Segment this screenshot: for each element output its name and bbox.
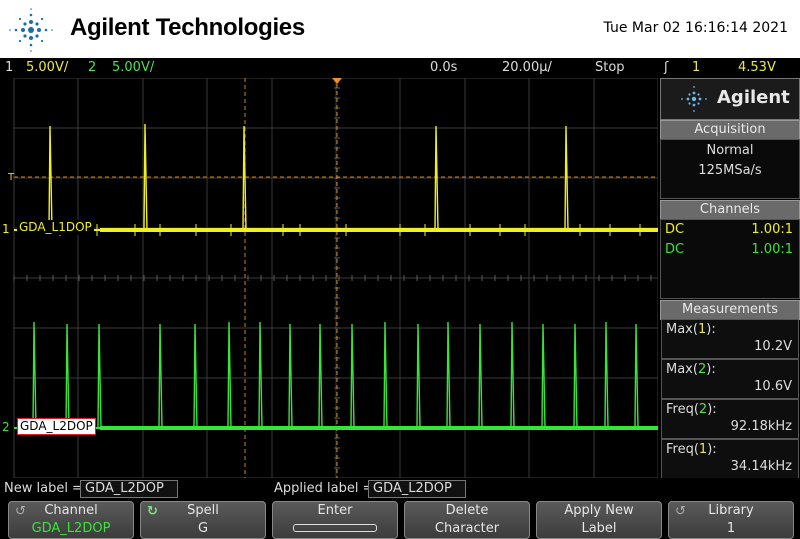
softkey-value: G xyxy=(197,521,209,536)
run-state: Stop xyxy=(595,60,625,75)
label-bar: New label = GDA_L2DOP Applied label = GD… xyxy=(0,478,800,500)
new-label-field[interactable]: GDA_L2DOP xyxy=(80,480,178,498)
spell-softkey[interactable]: ↻ Spell G xyxy=(140,501,266,539)
acquisition-mode: Normal xyxy=(706,143,754,158)
measurement-value: 10.6V xyxy=(754,379,792,394)
softkey-label: Spell xyxy=(187,503,219,518)
trigger-level-marker[interactable]: T xyxy=(6,170,16,185)
header-bar: Agilent Technologies Tue Mar 02 16:16:14… xyxy=(0,0,800,58)
ch2-scale[interactable]: 5.00V/ xyxy=(112,60,154,75)
measurement-item[interactable]: Max(1): 10.2V xyxy=(661,319,799,359)
ch2-ground-marker[interactable]: 2 xyxy=(0,420,12,435)
measurement-item[interactable]: Max(2): 10.6V xyxy=(661,359,799,399)
softkey-label: Apply New xyxy=(564,503,634,518)
softkey-label: Channel xyxy=(44,503,98,518)
measurement-value: 10.2V xyxy=(754,339,792,354)
measurement-value: 34.14kHz xyxy=(730,459,792,474)
agilent-spark-icon xyxy=(681,86,707,112)
measurements-header[interactable]: Measurements xyxy=(660,300,800,320)
trigger-level[interactable]: 4.53V xyxy=(738,60,776,75)
sample-rate: 125MSa/s xyxy=(698,163,762,178)
softkey-label: Library xyxy=(708,503,754,518)
waveform-display[interactable]: T 1 GDA_L1DOP 2 GDA_L2DOP xyxy=(0,77,659,479)
ch2-coupling: DC xyxy=(665,242,685,257)
softkey-label-2: Character xyxy=(434,521,500,536)
apply-new-label-softkey[interactable]: Apply New Label xyxy=(536,501,662,539)
scope-grid xyxy=(0,77,659,479)
delete-character-softkey[interactable]: Delete Character xyxy=(404,501,530,539)
trigger-edge-icon: ʃ xyxy=(664,60,669,75)
ch1-label: GDA_L1DOP xyxy=(17,220,94,235)
applied-label-caption: Applied label = xyxy=(274,481,374,496)
trigger-source: 1 xyxy=(692,60,701,75)
ch1-scale[interactable]: 5.00V/ xyxy=(26,60,68,75)
softkey-bar: ↺ Channel GDA_L2DOP ↻ Spell G Enter Dele… xyxy=(0,500,800,539)
softkey-label-2: Label xyxy=(581,521,617,536)
ch1-number: 1 xyxy=(5,60,14,75)
softkey-value: 1 xyxy=(726,521,736,536)
ch1-ground-marker[interactable]: 1 xyxy=(0,222,12,237)
softkey-label: Delete xyxy=(445,503,489,518)
brand-name: Agilent Technologies xyxy=(70,14,305,41)
side-panel: Agilent Acquisition Normal 125MSa/s Chan… xyxy=(660,78,800,479)
applied-label-field: GDA_L2DOP xyxy=(368,480,466,498)
time-offset[interactable]: 0.0s xyxy=(430,60,457,75)
measurement-label: Max(1): xyxy=(666,322,716,337)
softkey-value: GDA_L2DOP xyxy=(31,521,111,536)
acquisition-body: Normal 125MSa/s xyxy=(660,139,800,199)
new-label-caption: New label = xyxy=(4,481,83,496)
channels-header[interactable]: Channels xyxy=(660,200,800,220)
enter-softkey[interactable]: Enter xyxy=(272,501,398,539)
channel-softkey[interactable]: ↺ Channel GDA_L2DOP xyxy=(8,501,134,539)
library-softkey[interactable]: ↺ Library 1 xyxy=(668,501,794,539)
measurement-label: Max(2): xyxy=(666,362,716,377)
softkey-label: Enter xyxy=(317,503,353,518)
ch2-label[interactable]: GDA_L2DOP xyxy=(17,418,96,435)
side-logo-text: Agilent xyxy=(717,87,790,108)
measurement-label: Freq(2): xyxy=(666,402,717,417)
acquisition-header[interactable]: Acquisition xyxy=(660,120,800,140)
status-bar: 1 5.00V/ 2 5.00V/ 0.0s 20.00µ/ Stop ʃ 1 … xyxy=(0,58,800,78)
side-logo: Agilent xyxy=(660,78,800,120)
date-time: Tue Mar 02 16:16:14 2021 xyxy=(603,20,788,36)
measurement-item[interactable]: Freq(1): 34.14kHz xyxy=(661,439,799,479)
measurement-item[interactable]: Freq(2): 92.18kHz xyxy=(661,399,799,439)
channels-body: DC 1.00:1 DC 1.00:1 xyxy=(660,219,800,299)
ch2-probe-ratio: 1.00:1 xyxy=(751,242,793,257)
ch1-coupling: DC xyxy=(665,222,685,237)
ch2-number: 2 xyxy=(88,60,97,75)
measurement-label: Freq(1): xyxy=(666,442,717,457)
agilent-spark-logo xyxy=(9,8,53,52)
enter-bar-icon xyxy=(293,524,377,532)
ch1-probe-ratio: 1.00:1 xyxy=(751,222,793,237)
time-scale[interactable]: 20.00µ/ xyxy=(502,60,552,75)
measurement-value: 92.18kHz xyxy=(730,419,792,434)
